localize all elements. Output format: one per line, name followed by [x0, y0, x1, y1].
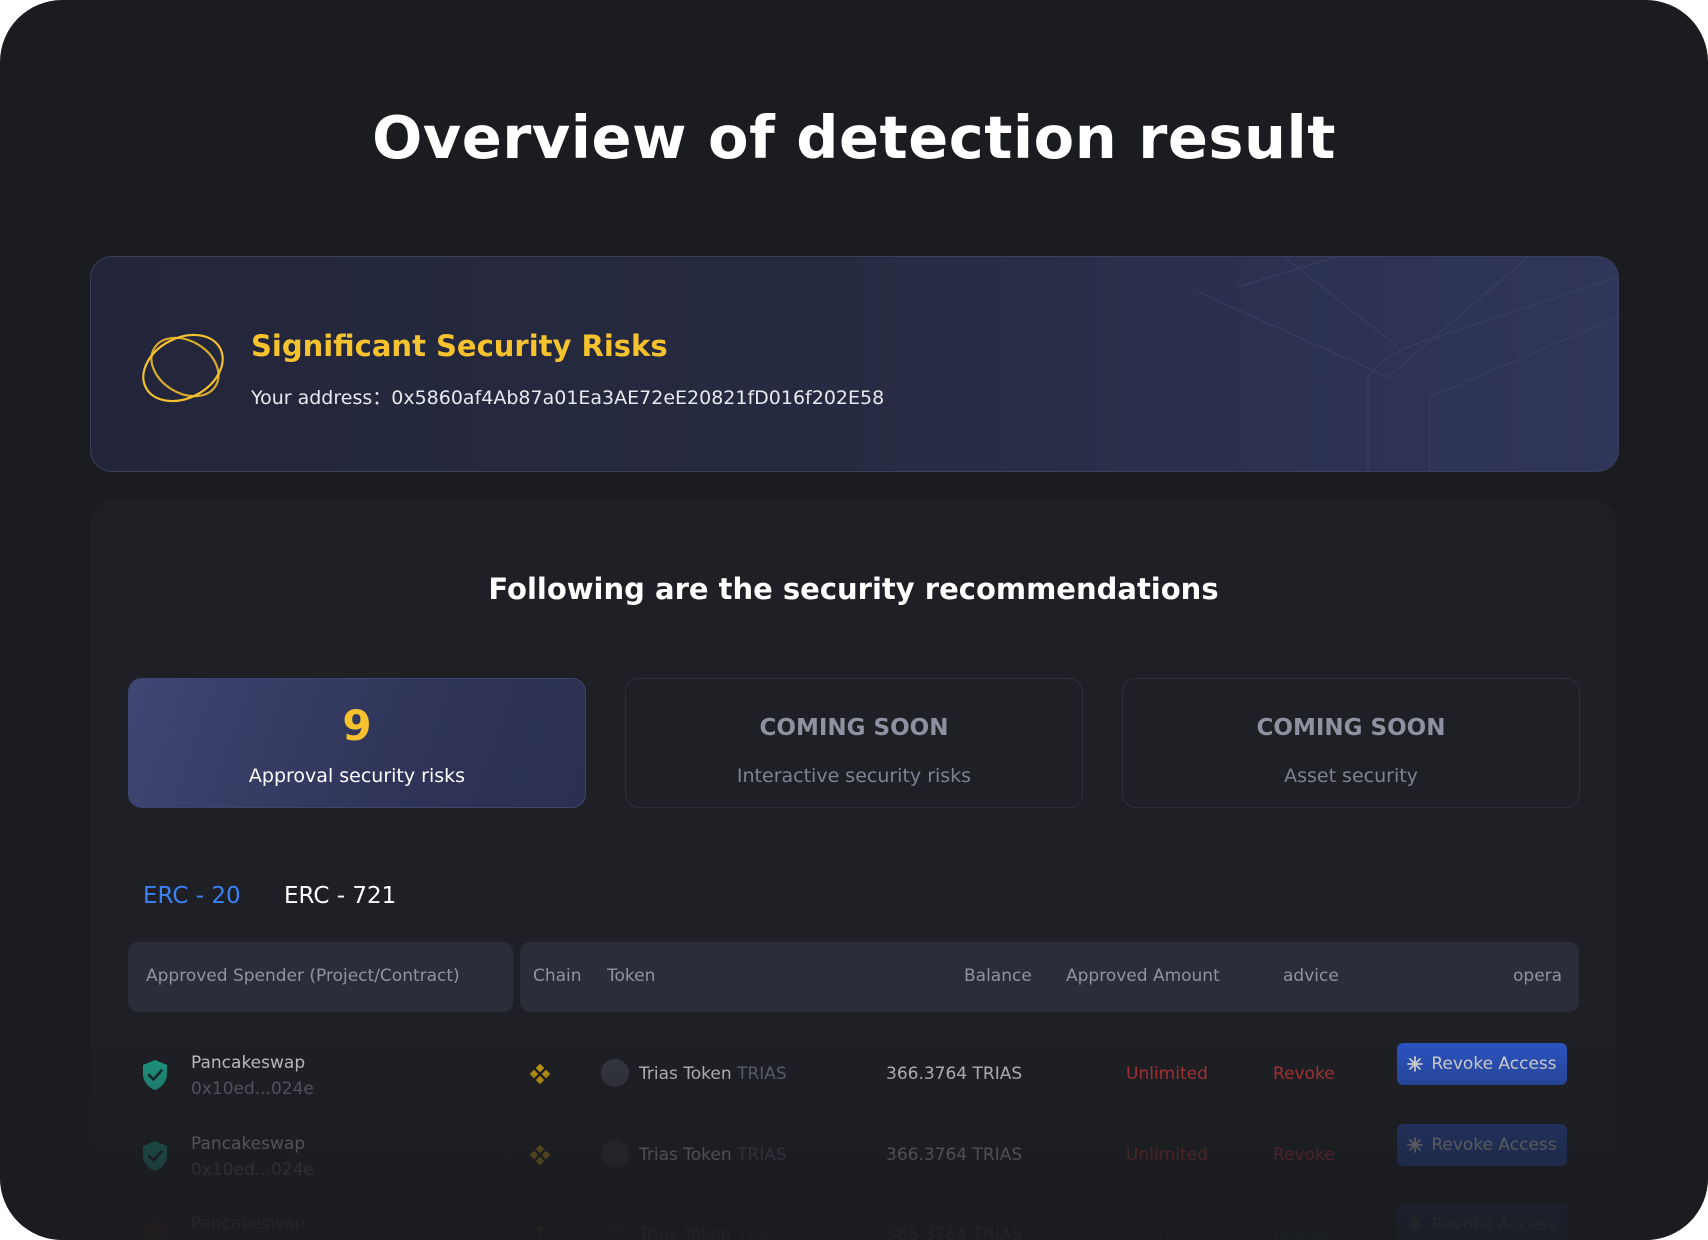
spender-name[interactable]: Pancakeswap [191, 1053, 305, 1073]
token-symbol: TRIAS [737, 1225, 787, 1240]
header-advice: advice [1283, 966, 1339, 986]
table-header: Chain Token Balance Approved Amount advi… [520, 942, 1579, 1012]
coming-soon-label: COMING SOON [1256, 715, 1446, 741]
token-logo [601, 1059, 629, 1087]
risk-summary-banner: Significant Security Risks Your address：… [90, 256, 1619, 472]
recommendations-heading: Following are the security recommendatio… [488, 572, 1219, 606]
tab-erc-20[interactable]: ERC - 20 [143, 883, 241, 909]
page-title: Overview of detection result [372, 103, 1336, 172]
token-symbol: TRIAS [737, 1064, 787, 1084]
token-balance: 366.3764 TRIAS [886, 1225, 1023, 1240]
address-label: Your address： [251, 387, 392, 409]
header-spender: Approved Spender (Project/Contract) [146, 966, 460, 986]
sparkle-icon [1407, 1137, 1424, 1153]
token-name: Trias Token TRIAS [639, 1225, 787, 1240]
advice-label: Revoke [1273, 1064, 1335, 1084]
decorative-pattern [1198, 257, 1618, 471]
advice-label: Revoke [1273, 1225, 1335, 1240]
advice-label: Revoke [1273, 1145, 1335, 1165]
warning-icon [143, 1221, 167, 1240]
header-approved-amount: Approved Amount [1066, 966, 1220, 986]
coming-soon-label: COMING SOON [759, 715, 949, 741]
risk-level-title: Significant Security Risks [251, 329, 668, 363]
table-header-spender: Approved Spender (Project/Contract) [128, 942, 513, 1012]
approved-amount: Unlimited [1126, 1145, 1208, 1165]
wallet-address[interactable]: 0x5860af4Ab87a01Ea3AE72eE20821fD016f202E… [391, 387, 884, 409]
token-name: Trias Token TRIAS [639, 1145, 787, 1165]
approval-risks-card[interactable]: 9 Approval security risks [128, 678, 586, 808]
approval-risks-label: Approval security risks [248, 765, 466, 787]
app-window: Overview of detection result Significant… [0, 0, 1708, 1240]
orbit-logo-icon [142, 333, 224, 403]
asset-security-label: Asset security [1284, 765, 1418, 787]
bnb-chain-icon [535, 1225, 545, 1240]
bnb-chain-icon [530, 1064, 550, 1084]
header-balance: Balance [964, 966, 1032, 986]
token-balance: 366.3764 TRIAS [886, 1064, 1023, 1084]
tab-erc-721[interactable]: ERC - 721 [284, 883, 396, 909]
token-name: Trias Token TRIAS [639, 1064, 787, 1084]
interactive-risks-card[interactable]: COMING SOON Interactive security risks [625, 678, 1083, 808]
approval-risks-count: 9 [342, 701, 372, 750]
token-symbol: TRIAS [737, 1145, 787, 1165]
revoke-access-button[interactable]: Revoke Access [1397, 1124, 1567, 1166]
revoke-access-label: Revoke Access [1431, 1054, 1557, 1074]
wallet-address-line: Your address：0x5860af4Ab87a01Ea3AE72eE20… [251, 383, 884, 410]
bnb-chain-icon [530, 1145, 550, 1165]
shield-check-icon [143, 1060, 167, 1090]
spender-name[interactable]: Pancakeswap [191, 1134, 305, 1154]
approved-amount: Unlimited [1126, 1064, 1208, 1084]
spender-name[interactable]: Pancakeswap [191, 1214, 305, 1234]
recommendations-panel: Following are the security recommendatio… [90, 500, 1617, 1240]
spender-address[interactable]: 0x10ed...024e [191, 1079, 314, 1099]
table-row: Pancakeswap 0x10ed...024e Trias Token TR… [90, 1122, 1617, 1192]
revoke-access-button[interactable]: Revoke Access [1397, 1204, 1567, 1240]
asset-security-card[interactable]: COMING SOON Asset security [1122, 678, 1580, 808]
token-logo [601, 1140, 629, 1168]
header-opera: opera [1513, 966, 1563, 986]
sparkle-icon [1407, 1217, 1424, 1233]
revoke-access-label: Revoke Access [1431, 1135, 1557, 1155]
revoke-access-button[interactable]: Revoke Access [1397, 1043, 1567, 1085]
token-balance: 366.3764 TRIAS [886, 1145, 1023, 1165]
shield-check-icon [143, 1141, 167, 1171]
spender-address[interactable]: 0x10ed...024e [191, 1160, 314, 1180]
token-logo [601, 1220, 629, 1240]
header-token: Token [607, 966, 656, 986]
header-chain: Chain [533, 966, 582, 986]
approved-amount: Unlimited [1126, 1225, 1208, 1240]
revoke-access-label: Revoke Access [1431, 1215, 1557, 1235]
interactive-risks-label: Interactive security risks [736, 765, 972, 787]
sparkle-icon [1407, 1056, 1424, 1072]
table-row: Pancakeswap Trias Token TRIAS 366.3764 T… [90, 1202, 1617, 1240]
table-row: Pancakeswap 0x10ed...024e Trias Token TR… [90, 1041, 1617, 1111]
